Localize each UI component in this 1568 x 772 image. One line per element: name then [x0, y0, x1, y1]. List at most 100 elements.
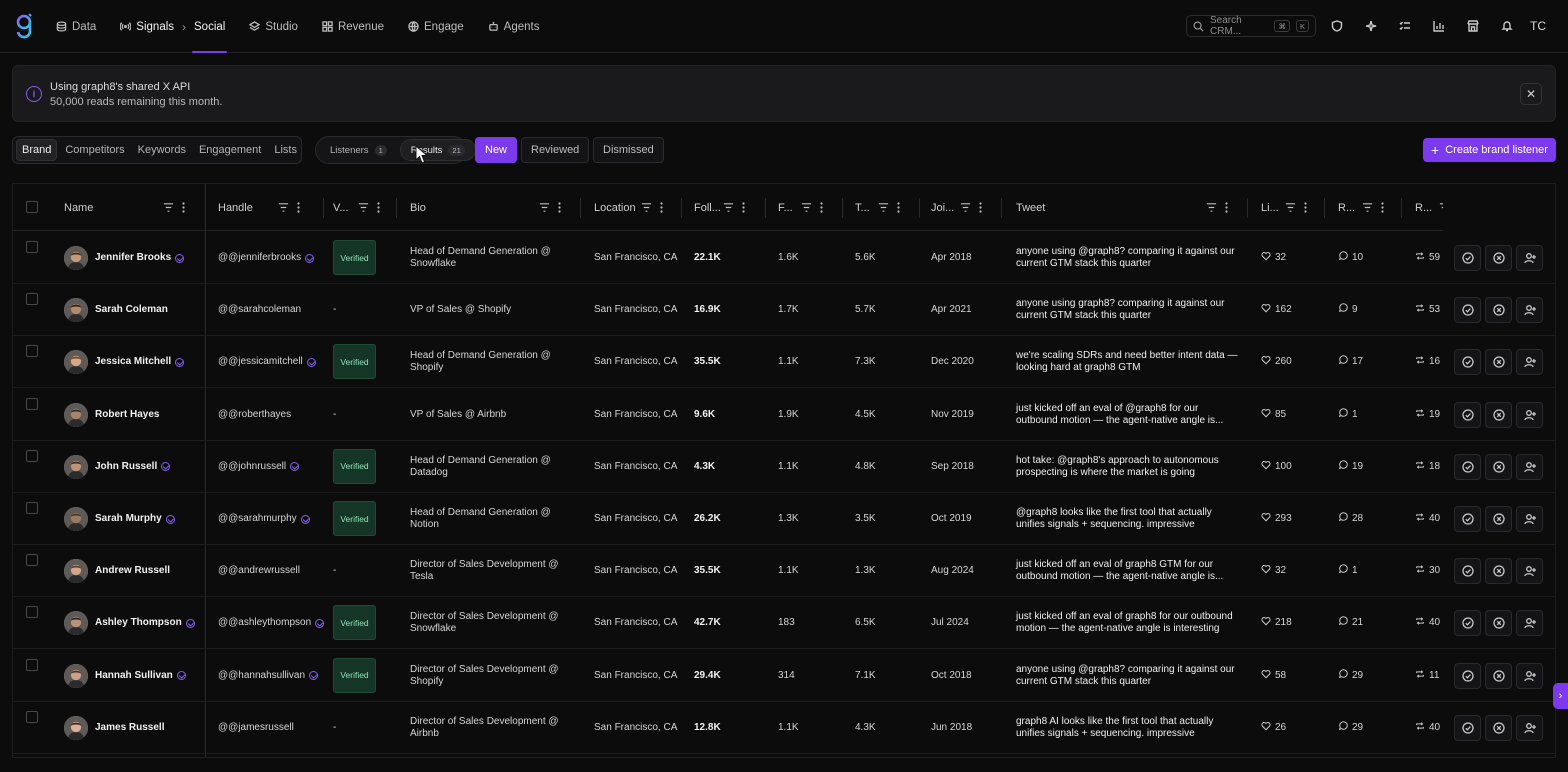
- row-checkbox[interactable]: [26, 710, 38, 723]
- filter-icon[interactable]: [723, 202, 734, 216]
- sparkle-icon[interactable]: [1360, 15, 1382, 37]
- add-contact-button[interactable]: [1516, 349, 1543, 376]
- column-menu-icon[interactable]: [820, 202, 823, 216]
- name-cell[interactable]: Robert Hayes: [95, 389, 159, 441]
- column-resize-handle[interactable]: [842, 198, 843, 218]
- name-cell[interactable]: Ashley Thompson: [95, 597, 195, 649]
- shield-icon[interactable]: [1326, 15, 1348, 37]
- row-checkbox[interactable]: [26, 241, 38, 253]
- name-cell[interactable]: Sarah Coleman: [95, 284, 168, 336]
- graph8-logo[interactable]: [14, 13, 34, 39]
- column-resize-handle[interactable]: [396, 198, 397, 218]
- column-resize-handle[interactable]: [1001, 198, 1002, 218]
- add-contact-button[interactable]: [1516, 453, 1543, 480]
- tab-engagement[interactable]: Engagement: [194, 139, 266, 161]
- bar-chart-icon[interactable]: [1428, 15, 1450, 37]
- breadcrumb-current[interactable]: Social: [191, 0, 228, 53]
- column-header[interactable]: Foll...: [694, 184, 745, 231]
- column-menu-icon[interactable]: [1225, 202, 1228, 216]
- column-menu-icon[interactable]: [558, 202, 561, 216]
- table-row[interactable]: John Russell @@johnrussell Verified Head of…: [13, 441, 1555, 493]
- toggle-listeners[interactable]: Listeners 1: [320, 139, 397, 161]
- name-cell[interactable]: Andrew Russell: [95, 545, 170, 597]
- name-cell[interactable]: Jessica Mitchell: [95, 336, 185, 388]
- tweet-cell[interactable]: @graph8 looks like the first tool that a…: [1016, 493, 1241, 545]
- nav-item-studio[interactable]: Studio: [249, 0, 298, 53]
- filter-icon[interactable]: [278, 202, 289, 216]
- column-header[interactable]: Handle: [218, 184, 300, 231]
- add-contact-button[interactable]: [1516, 245, 1543, 271]
- column-resize-handle[interactable]: [1401, 198, 1402, 218]
- column-resize-handle[interactable]: [681, 198, 682, 218]
- tweet-cell[interactable]: we're scaling SDRs and need better inten…: [1016, 336, 1241, 388]
- close-banner-button[interactable]: ✕: [1520, 83, 1542, 105]
- dismiss-button[interactable]: [1485, 662, 1512, 689]
- status-reviewed-button[interactable]: Reviewed: [521, 137, 590, 163]
- approve-button[interactable]: [1454, 714, 1481, 741]
- tab-lists[interactable]: Lists: [269, 139, 302, 161]
- table-row[interactable]: Sarah Coleman @@sarahcoleman - VP of Sales …: [13, 284, 1555, 337]
- create-brand-listener-button[interactable]: + Create brand listener: [1423, 138, 1556, 162]
- row-checkbox[interactable]: [26, 449, 38, 462]
- filter-icon[interactable]: [1362, 202, 1373, 216]
- approve-button[interactable]: [1454, 662, 1481, 689]
- filter-icon[interactable]: [539, 202, 550, 216]
- nav-item-engage[interactable]: Engage: [408, 0, 464, 53]
- column-menu-icon[interactable]: [1304, 202, 1307, 216]
- table-row[interactable]: Jessica Mitchell @@jessicamitchell Verifie…: [13, 336, 1555, 389]
- column-header[interactable]: R...: [1338, 184, 1384, 231]
- filter-icon[interactable]: [1285, 202, 1296, 216]
- column-menu-icon[interactable]: [1381, 202, 1384, 216]
- user-avatar[interactable]: TC: [1524, 15, 1552, 37]
- column-header[interactable]: F...: [778, 184, 823, 231]
- approve-button[interactable]: [1454, 297, 1481, 324]
- tweet-cell[interactable]: anyone using @graph8? comparing it again…: [1016, 232, 1241, 284]
- nav-item-data[interactable]: Data: [56, 0, 96, 53]
- add-contact-button[interactable]: [1516, 506, 1543, 532]
- column-menu-icon[interactable]: [297, 202, 300, 216]
- column-resize-handle[interactable]: [765, 198, 766, 218]
- dismiss-button[interactable]: [1485, 245, 1512, 271]
- name-cell[interactable]: Jennifer Brooks: [95, 232, 185, 284]
- dismiss-button[interactable]: [1485, 714, 1512, 741]
- tweet-cell[interactable]: anyone using @graph8? comparing it again…: [1016, 650, 1241, 702]
- filter-icon[interactable]: [641, 202, 652, 216]
- bell-icon[interactable]: [1496, 15, 1518, 37]
- column-header[interactable]: R...: [1415, 184, 1461, 231]
- column-header[interactable]: Location: [594, 184, 663, 231]
- column-menu-icon[interactable]: [897, 202, 900, 216]
- filter-icon[interactable]: [960, 202, 971, 216]
- column-menu-icon[interactable]: [660, 202, 663, 216]
- name-cell[interactable]: Sarah Murphy: [95, 493, 175, 545]
- tab-competitors[interactable]: Competitors: [60, 139, 129, 161]
- add-contact-button[interactable]: [1516, 714, 1543, 741]
- column-resize-handle[interactable]: [1247, 198, 1248, 218]
- column-menu-icon[interactable]: [742, 202, 745, 216]
- tweet-cell[interactable]: just kicked off an eval of graph8 for ou…: [1016, 597, 1241, 649]
- approve-button[interactable]: [1454, 506, 1481, 532]
- status-dismissed-button[interactable]: Dismissed: [593, 137, 664, 163]
- tweet-cell[interactable]: anyone using graph8? comparing it agains…: [1016, 284, 1241, 336]
- name-cell[interactable]: Hannah Sullivan: [95, 650, 186, 702]
- row-checkbox[interactable]: [26, 606, 38, 619]
- tweet-cell[interactable]: graph8 AI looks like the first tool that…: [1016, 702, 1241, 754]
- column-resize-handle[interactable]: [323, 198, 324, 218]
- table-row[interactable]: Andrew Russell @@andrewrussell - Director o…: [13, 545, 1555, 598]
- table-row[interactable]: James Russell @@jamesrussell - Director of …: [13, 702, 1555, 754]
- checklist-icon[interactable]: [1394, 15, 1416, 37]
- column-header[interactable]: Tweet: [1016, 184, 1228, 231]
- row-checkbox[interactable]: [26, 658, 38, 671]
- filter-icon[interactable]: [358, 202, 369, 216]
- add-contact-button[interactable]: [1516, 401, 1543, 428]
- approve-button[interactable]: [1454, 610, 1481, 637]
- nav-item-signals[interactable]: Signals: [120, 0, 174, 53]
- tweet-cell[interactable]: hot take: @graph8's approach to autonomo…: [1016, 441, 1241, 493]
- column-menu-icon[interactable]: [182, 202, 185, 216]
- column-header[interactable]: T...: [855, 184, 900, 231]
- filter-icon[interactable]: [163, 202, 174, 216]
- approve-button[interactable]: [1454, 349, 1481, 376]
- approve-button[interactable]: [1454, 453, 1481, 480]
- add-contact-button[interactable]: [1516, 297, 1543, 324]
- dismiss-button[interactable]: [1485, 349, 1512, 376]
- row-checkbox[interactable]: [26, 502, 38, 514]
